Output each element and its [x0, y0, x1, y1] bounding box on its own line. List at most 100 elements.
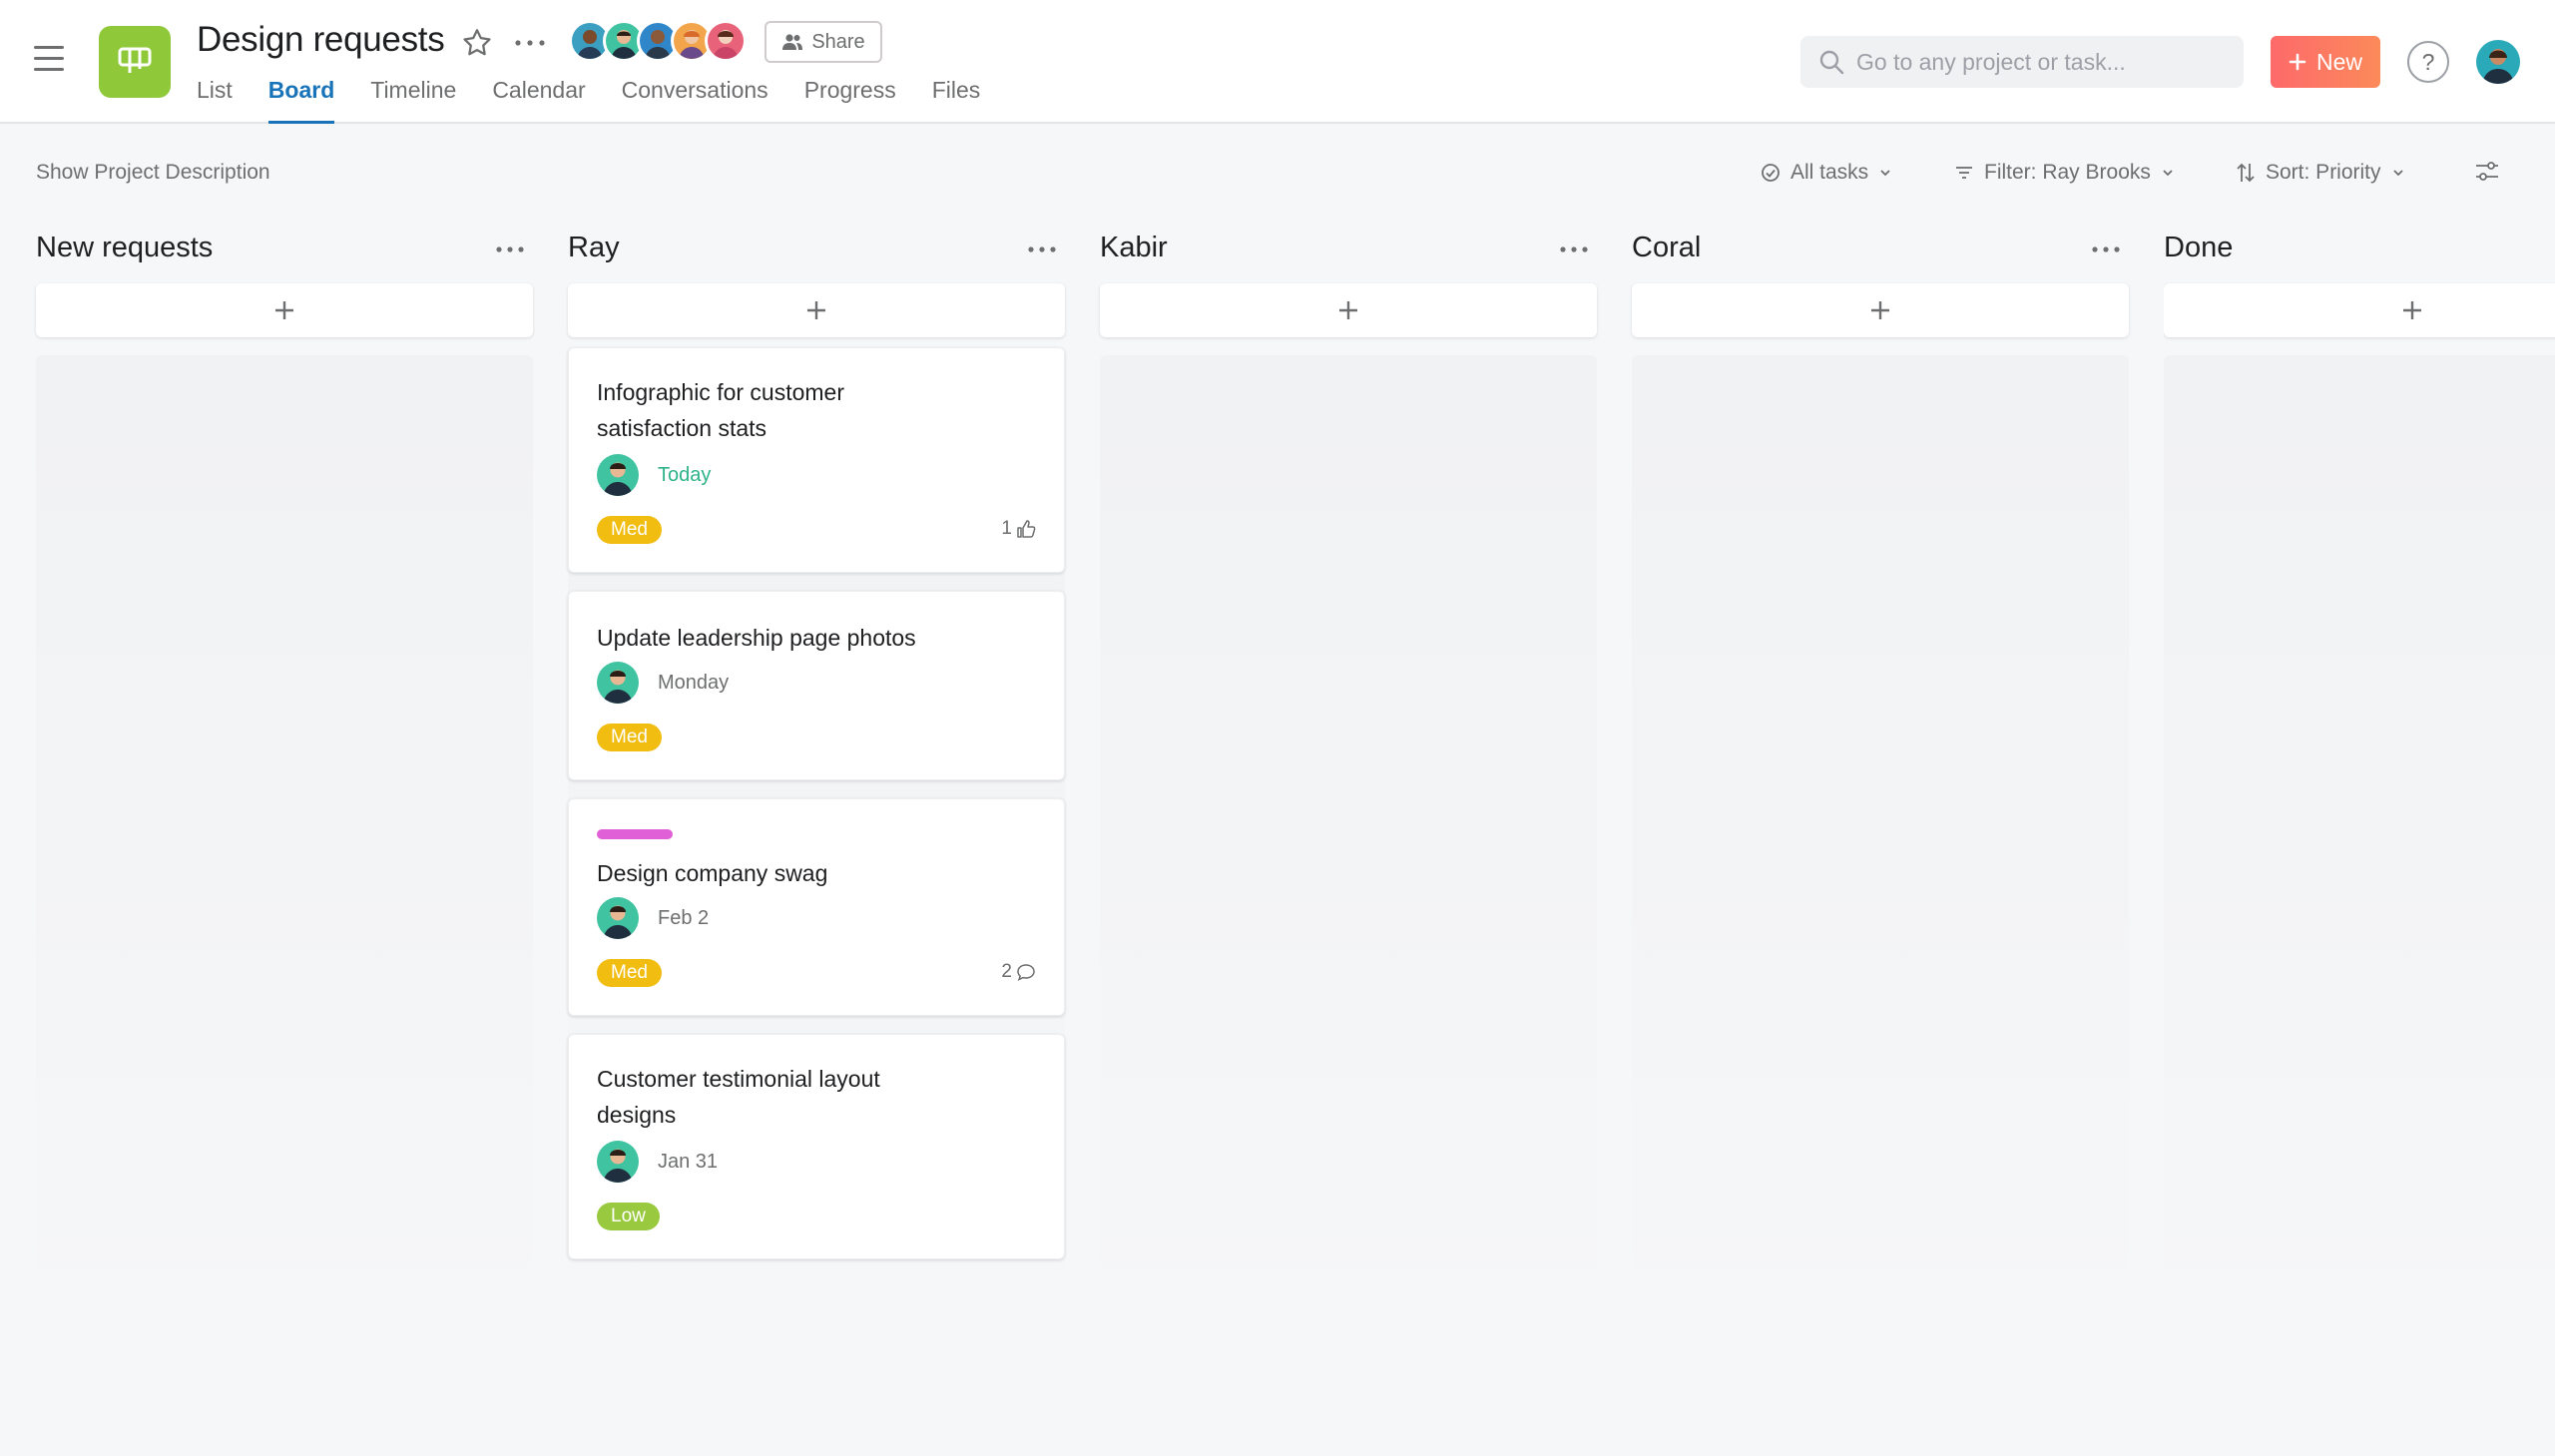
due-date[interactable]: Jan 31 [658, 1151, 718, 1174]
help-button[interactable]: ? [2407, 41, 2449, 83]
share-button[interactable]: Share [765, 21, 882, 63]
sort-icon [2237, 163, 2255, 183]
tab-progress[interactable]: Progress [804, 74, 896, 124]
assignee-avatar[interactable] [597, 897, 639, 939]
filter-icon [1956, 167, 1972, 179]
tab-timeline[interactable]: Timeline [370, 74, 456, 124]
plus-icon [1339, 301, 1357, 319]
tag-color-bar [597, 829, 673, 839]
column-more-icon[interactable] [1559, 245, 1589, 253]
new-button[interactable]: New [2271, 36, 2380, 88]
tab-list[interactable]: List [197, 74, 233, 124]
filter-label: Filter: Ray Brooks [1984, 161, 2151, 184]
priority-badge: Low [597, 1203, 660, 1230]
all-tasks-label: All tasks [1790, 161, 1869, 184]
task-card[interactable]: Update leadership page photos Monday Med [568, 591, 1065, 780]
plus-icon [807, 301, 825, 319]
likes-count[interactable]: 1 [1001, 518, 1036, 540]
tab-conversations[interactable]: Conversations [622, 74, 768, 124]
add-task-button[interactable] [1100, 283, 1597, 337]
column-title[interactable]: Coral [1632, 232, 1701, 264]
show-project-description[interactable]: Show Project Description [36, 161, 270, 185]
sort-dropdown[interactable]: Sort: Priority [2236, 158, 2405, 188]
likes-value: 1 [1001, 518, 1012, 539]
priority-badge: Med [597, 516, 662, 544]
task-title[interactable]: Infographic for customer satisfaction st… [597, 374, 956, 446]
priority-badge: Med [597, 724, 662, 751]
column-new-requests: New requests [36, 226, 533, 1323]
task-title[interactable]: Design company swag [597, 855, 956, 891]
plus-icon [1871, 301, 1889, 319]
all-tasks-dropdown[interactable]: All tasks [1761, 158, 1892, 188]
filter-dropdown[interactable]: Filter: Ray Brooks [1954, 158, 2175, 188]
column-body [36, 355, 533, 1323]
column-coral: Coral [1632, 226, 2129, 1323]
column-body [1632, 355, 2129, 1323]
column-title[interactable]: Done [2164, 232, 2233, 264]
task-card[interactable]: Design company swag Feb 2 Med 2 [568, 798, 1065, 1016]
plus-icon [2403, 301, 2421, 319]
new-label: New [2315, 48, 2362, 75]
column-done: Done [2164, 226, 2555, 1456]
column-header: New requests [36, 226, 533, 277]
column-header: Ray [568, 226, 1065, 277]
assignee-avatar[interactable] [597, 662, 639, 704]
top-bar: Design requests Share List Board Timelin… [0, 0, 2555, 124]
column-header: Coral [1632, 226, 2129, 277]
check-circle-icon [1762, 164, 1780, 182]
people-icon [782, 34, 803, 50]
hamburger-menu-icon[interactable] [34, 46, 64, 72]
project-title[interactable]: Design requests [197, 20, 445, 60]
add-task-button[interactable] [568, 283, 1065, 337]
search-icon [1819, 50, 1844, 75]
priority-badge: Med [597, 959, 662, 987]
comments-count[interactable]: 2 [1001, 961, 1036, 983]
star-icon[interactable] [460, 26, 494, 60]
column-more-icon[interactable] [1027, 245, 1057, 253]
chevron-down-icon [1880, 170, 1890, 177]
project-board-icon[interactable] [99, 26, 171, 98]
tab-files[interactable]: Files [932, 74, 981, 124]
plus-icon [275, 301, 293, 319]
task-title[interactable]: Customer testimonial layout designs [597, 1061, 956, 1133]
assignee-avatar[interactable] [597, 454, 639, 496]
column-body [1100, 355, 1597, 1323]
add-task-button[interactable] [1632, 283, 2129, 337]
column-title[interactable]: New requests [36, 232, 213, 264]
tab-calendar[interactable]: Calendar [492, 74, 585, 124]
search-bar[interactable] [1800, 36, 2244, 88]
tab-board[interactable]: Board [267, 74, 335, 124]
project-more-icon[interactable] [513, 38, 547, 48]
chevron-down-icon [2163, 170, 2173, 177]
column-more-icon[interactable] [495, 245, 525, 253]
view-tabs: List Board Timeline Calendar Conversatio… [197, 74, 1016, 124]
due-date[interactable]: Feb 2 [658, 907, 709, 930]
column-header: Kabir [1100, 226, 1597, 277]
chevron-down-icon [2392, 170, 2403, 177]
due-date[interactable]: Monday [658, 672, 729, 695]
thumbs-up-icon [1017, 520, 1036, 538]
column-kabir: Kabir [1100, 226, 1597, 1323]
member-avatar[interactable] [705, 20, 747, 62]
column-body: Infographic for customer satisfaction st… [568, 347, 1065, 1323]
add-task-button[interactable] [2164, 283, 2555, 337]
column-more-icon[interactable] [2091, 245, 2121, 253]
column-ray: Ray Infographic for customer satisfactio… [568, 226, 1065, 1323]
board-settings-icon[interactable] [2473, 158, 2501, 186]
user-avatar[interactable] [2476, 40, 2520, 84]
task-card[interactable]: Customer testimonial layout designs Jan … [568, 1034, 1065, 1259]
add-task-button[interactable] [36, 283, 533, 337]
column-body [2164, 355, 2555, 1323]
column-title[interactable]: Ray [568, 232, 620, 264]
assignee-avatar[interactable] [597, 1141, 639, 1183]
comment-icon [1017, 964, 1035, 981]
sort-label: Sort: Priority [2266, 161, 2381, 184]
task-card[interactable]: Infographic for customer satisfaction st… [568, 347, 1065, 573]
comments-value: 2 [1001, 961, 1012, 982]
search-input[interactable] [1856, 48, 2216, 76]
share-label: Share [811, 30, 865, 53]
column-title[interactable]: Kabir [1100, 232, 1168, 264]
due-date[interactable]: Today [658, 464, 711, 487]
column-header: Done [2164, 226, 2555, 277]
task-title[interactable]: Update leadership page photos [597, 620, 1016, 656]
